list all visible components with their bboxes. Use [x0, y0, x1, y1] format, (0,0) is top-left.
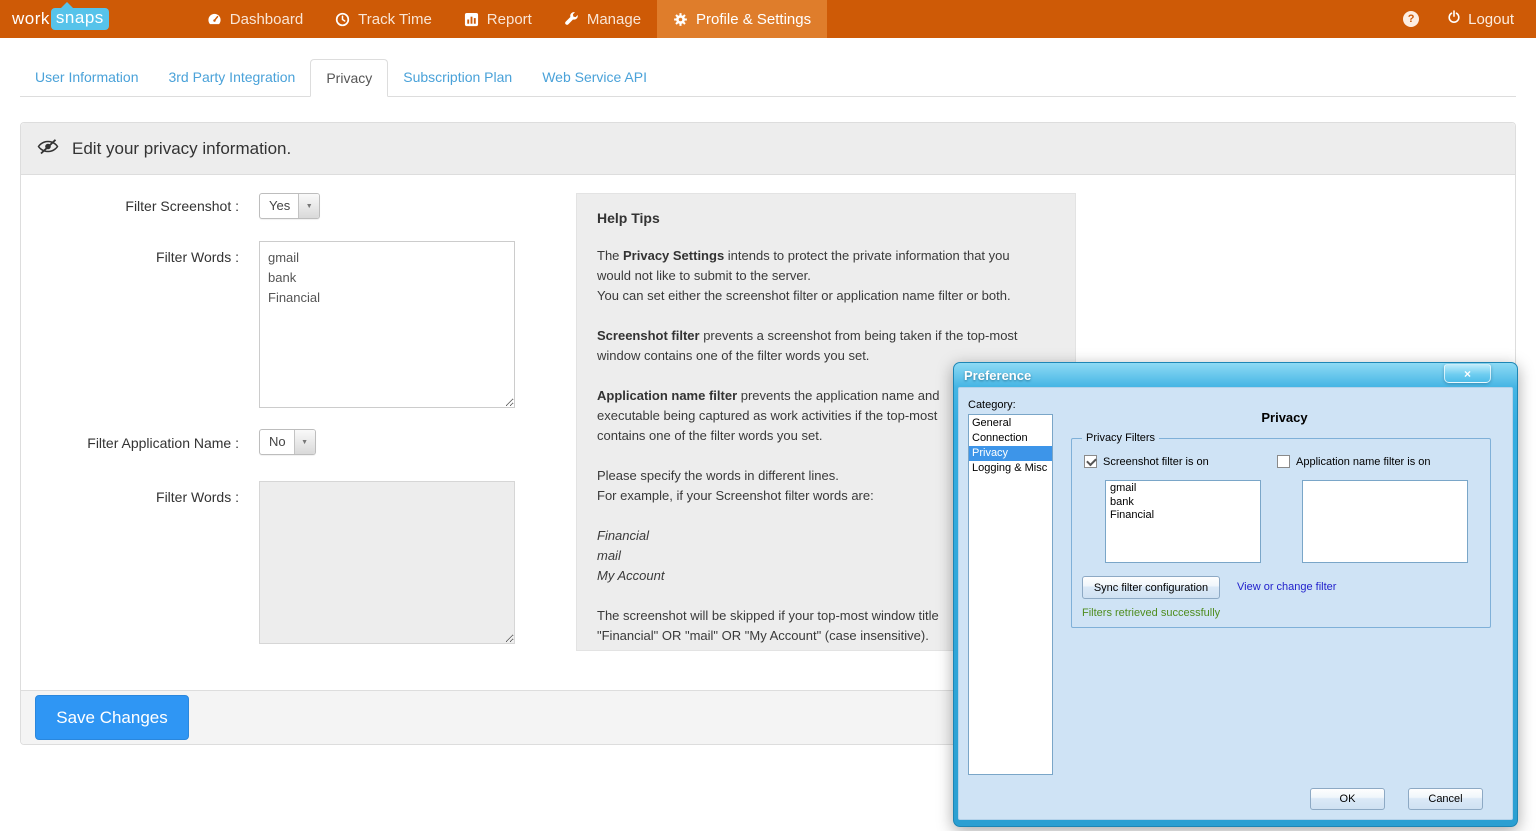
power-icon	[1447, 10, 1461, 28]
top-navbar: work snaps Dashboard Track Time Report M…	[0, 0, 1536, 38]
category-item-logging-misc[interactable]: Logging & Misc	[969, 461, 1052, 476]
nav-item-label: Track Time	[358, 11, 432, 28]
help-paragraph: The Privacy Settings intends to protect …	[597, 246, 1055, 306]
main-nav: Dashboard Track Time Report Manage Profi…	[191, 0, 827, 38]
nav-item-manage[interactable]: Manage	[548, 0, 657, 38]
filter-words-textarea[interactable]: gmail bank Financial	[259, 241, 515, 408]
navbar-spacer	[827, 0, 1387, 38]
chevron-down-icon: ▼	[294, 430, 315, 454]
dialog-body: Category: General Connection Privacy Log…	[958, 387, 1513, 820]
nav-item-label: Manage	[587, 11, 641, 28]
tab-3rd-party-integration[interactable]: 3rd Party Integration	[153, 59, 310, 97]
privacy-filters-groupbox: Privacy Filters Screenshot filter is on …	[1071, 438, 1491, 628]
close-icon: ×	[1464, 368, 1471, 380]
select-value: No	[260, 430, 294, 454]
navbar-right: ? Logout	[1387, 0, 1536, 38]
tab-user-information[interactable]: User Information	[20, 59, 153, 97]
category-item-privacy[interactable]: Privacy	[969, 446, 1052, 461]
category-listbox: General Connection Privacy Logging & Mis…	[968, 414, 1053, 775]
list-item[interactable]: Financial	[1110, 509, 1256, 523]
filter-app-words-textarea[interactable]	[259, 481, 515, 644]
filter-app-words-label: Filter Words :	[21, 487, 239, 507]
list-item[interactable]: gmail	[1110, 482, 1256, 496]
filter-application-name-select[interactable]: No ▼	[259, 429, 316, 455]
logo-text-snaps: snaps	[51, 8, 109, 30]
app-filter-words-listbox[interactable]	[1302, 480, 1468, 563]
nav-item-dashboard[interactable]: Dashboard	[191, 0, 319, 38]
dialog-titlebar[interactable]: Preference	[958, 363, 1513, 387]
logout-button[interactable]: Logout	[1435, 10, 1516, 28]
category-label: Category:	[968, 399, 1016, 411]
help-icon: ?	[1403, 11, 1419, 27]
category-item-connection[interactable]: Connection	[969, 431, 1052, 446]
save-changes-button[interactable]: Save Changes	[35, 695, 189, 740]
bar-chart-icon	[464, 12, 479, 27]
sync-filter-configuration-button[interactable]: Sync filter configuration	[1082, 576, 1220, 599]
nav-item-profile-settings[interactable]: Profile & Settings	[657, 0, 827, 38]
preference-dialog: Preference × Category: General Connectio…	[953, 362, 1518, 827]
dialog-close-button[interactable]: ×	[1444, 364, 1491, 383]
filter-words-label: Filter Words :	[21, 247, 239, 267]
tab-privacy[interactable]: Privacy	[310, 59, 388, 97]
dashboard-icon	[207, 12, 222, 27]
help-paragraph: Screenshot filter prevents a screenshot …	[597, 326, 1055, 366]
help-tips-title: Help Tips	[597, 210, 1055, 226]
dialog-page-title: Privacy	[1069, 410, 1500, 425]
view-or-change-filter-link[interactable]: View or change filter	[1237, 581, 1336, 593]
tab-web-service-api[interactable]: Web Service API	[527, 59, 662, 97]
checkbox-checked-icon[interactable]	[1084, 455, 1097, 468]
eye-slash-icon	[37, 138, 59, 160]
checkbox-unchecked-icon[interactable]	[1277, 455, 1290, 468]
app-filter-label: Application name filter is on	[1296, 456, 1431, 468]
select-value: Yes	[260, 194, 298, 218]
nav-item-track-time[interactable]: Track Time	[319, 0, 448, 38]
filter-application-name-label: Filter Application Name :	[21, 433, 239, 453]
screenshot-filter-checkbox-row[interactable]: Screenshot filter is on	[1084, 455, 1209, 468]
app-filter-checkbox-row[interactable]: Application name filter is on	[1277, 455, 1431, 468]
nav-item-label: Profile & Settings	[696, 11, 811, 28]
nav-item-label: Report	[487, 11, 532, 28]
settings-tabs: User Information 3rd Party Integration P…	[20, 59, 1516, 97]
page-title: Edit your privacy information.	[72, 139, 291, 159]
nav-item-report[interactable]: Report	[448, 0, 548, 38]
gear-icon	[673, 12, 688, 27]
filter-screenshot-label: Filter Screenshot :	[21, 196, 239, 216]
worksnaps-logo[interactable]: work snaps	[0, 0, 119, 38]
help-button[interactable]: ?	[1387, 11, 1435, 27]
filter-screenshot-select[interactable]: Yes ▼	[259, 193, 320, 219]
ok-button[interactable]: OK	[1310, 788, 1385, 810]
list-item[interactable]: bank	[1110, 496, 1256, 510]
logo-text-work: work	[12, 9, 50, 29]
nav-item-label: Dashboard	[230, 11, 303, 28]
tab-subscription-plan[interactable]: Subscription Plan	[388, 59, 527, 97]
cancel-button[interactable]: Cancel	[1408, 788, 1483, 810]
clock-icon	[335, 12, 350, 27]
chevron-down-icon: ▼	[298, 194, 319, 218]
logout-label: Logout	[1468, 11, 1514, 28]
wrench-icon	[564, 12, 579, 27]
panel-header: Edit your privacy information.	[21, 123, 1515, 175]
screenshot-filter-label: Screenshot filter is on	[1103, 456, 1209, 468]
dialog-title: Preference	[964, 368, 1031, 383]
screenshot-filter-words-listbox[interactable]: gmail bank Financial	[1105, 480, 1261, 563]
groupbox-label: Privacy Filters	[1082, 432, 1159, 444]
category-item-general[interactable]: General	[969, 416, 1052, 431]
status-text: Filters retrieved successfully	[1082, 607, 1220, 619]
